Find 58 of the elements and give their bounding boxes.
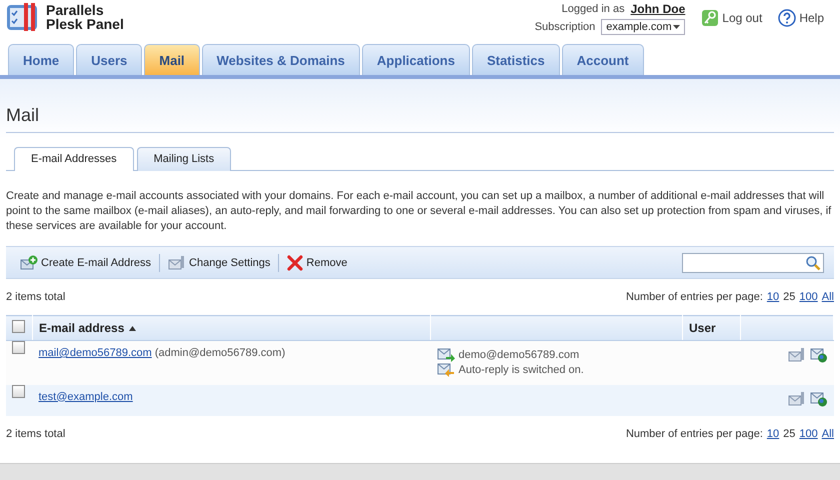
items-total: 2 items total <box>6 291 66 303</box>
nav-tab[interactable]: Statistics <box>472 44 560 75</box>
note-text: Auto-reply is switched on. <box>458 364 584 376</box>
logo-icon <box>6 2 40 32</box>
select-all-checkbox[interactable] <box>12 320 25 333</box>
row-checkbox[interactable] <box>12 384 25 398</box>
per-page-label: Number of entries per page: <box>626 428 763 440</box>
mail-forward-icon <box>436 348 454 362</box>
logo-text: Plesk Panel <box>46 17 124 31</box>
description-text: Create and manage e-mail accounts associated with your domains. For each e-mail account, you can set up a mailbox, a number of additional e-mail addresses that will point to the same mailbox (e-mail aliases), an auto-reply, and mail forwarding to one or several e-mail addresses. You can also set up protection from spam and viruses, if these services are available for your account. <box>6 189 832 234</box>
mail-globe-icon[interactable] <box>810 390 828 406</box>
mail-reply-icon <box>436 362 454 376</box>
logo-text: Parallels <box>46 3 105 17</box>
help-icon <box>778 9 796 27</box>
per-page-link[interactable]: 100 <box>799 428 818 440</box>
mail-add-icon <box>20 254 38 270</box>
sub-tab[interactable]: Mailing Lists <box>136 147 232 171</box>
search-field[interactable] <box>682 252 824 272</box>
search-icon <box>805 254 821 270</box>
mail-settings-icon[interactable] <box>788 347 806 363</box>
header-link[interactable]: Log out <box>701 9 762 27</box>
per-page-link[interactable]: All <box>822 291 834 303</box>
column-header[interactable]: E-mail address <box>39 321 124 335</box>
key-icon <box>701 9 720 27</box>
subscription-dropdown[interactable]: example.com <box>601 19 686 35</box>
per-page-link[interactable]: 10 <box>766 428 780 440</box>
per-page-link[interactable]: All <box>822 428 834 440</box>
nav-tab[interactable]: Home <box>8 44 74 75</box>
nav-tab[interactable]: Websites & Domains <box>202 44 360 75</box>
header-link[interactable]: Help <box>778 9 824 27</box>
per-page-link[interactable]: 100 <box>799 291 818 303</box>
items-total: 2 items total <box>6 428 66 440</box>
nav-tab[interactable]: Mail <box>144 44 200 75</box>
note-text: demo@demo56789.com <box>458 348 580 360</box>
toolbar-button[interactable]: Create E-mail Address <box>16 254 156 270</box>
row-checkbox[interactable] <box>12 341 25 354</box>
logged-in-label: Logged in as <box>562 3 625 15</box>
sub-tab[interactable]: E-mail Addresses <box>14 147 134 171</box>
per-page-current[interactable]: 25 <box>783 428 796 440</box>
toolbar-button[interactable]: Remove <box>283 254 352 270</box>
mail-globe-icon[interactable] <box>810 347 828 363</box>
nav-tab[interactable]: Applications <box>362 44 470 75</box>
address-link[interactable]: mail@demo56789.com <box>38 347 152 359</box>
remove-icon <box>287 254 304 270</box>
per-page-current[interactable]: 25 <box>783 291 796 303</box>
mail-settings-icon[interactable] <box>788 390 806 406</box>
per-page-label: Number of entries per page: <box>626 291 763 303</box>
nav-tab[interactable]: Account <box>562 44 644 75</box>
alias-text: (admin@demo56789.com) <box>154 347 286 359</box>
page-title: Mail <box>6 79 834 133</box>
toolbar-button[interactable]: Change Settings <box>164 254 274 270</box>
user-name-link[interactable]: John Doe <box>630 2 686 16</box>
per-page-link[interactable]: 10 <box>766 291 780 303</box>
dropdown-caret-icon <box>673 25 680 29</box>
mail-settings-icon <box>168 254 186 270</box>
address-link[interactable]: test@example.com <box>38 390 133 402</box>
nav-tab[interactable]: Users <box>76 44 142 75</box>
subscription-label: Subscription <box>534 21 596 33</box>
